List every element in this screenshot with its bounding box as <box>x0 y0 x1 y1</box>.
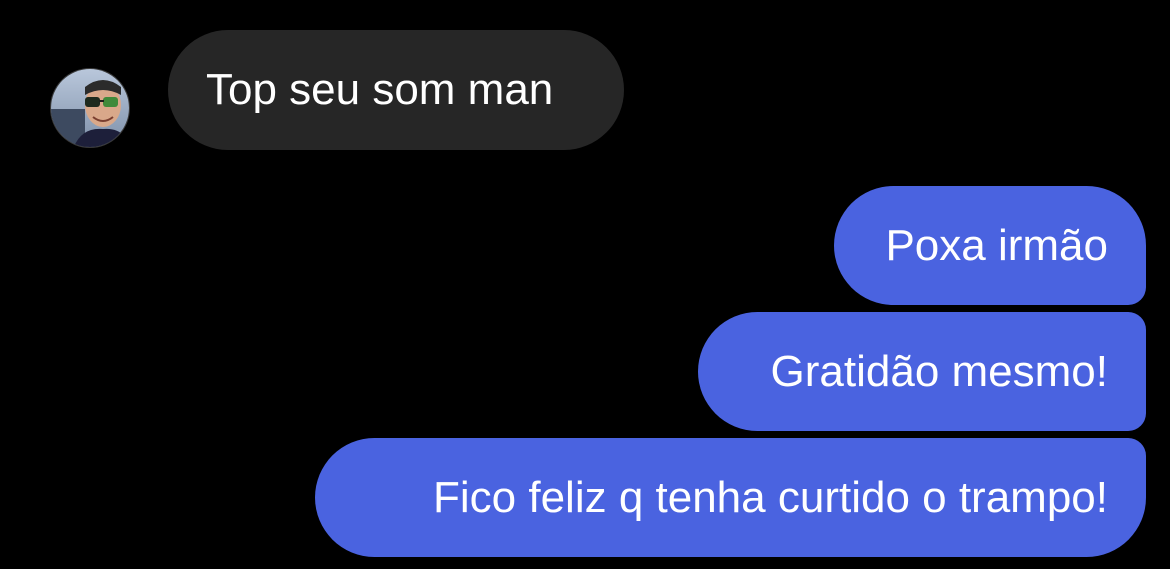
avatar-photo-icon <box>51 69 129 147</box>
outgoing-message-text: Poxa irmão <box>885 221 1108 270</box>
outgoing-message-text: Gratidão mesmo! <box>770 347 1108 396</box>
incoming-message-bubble[interactable]: Top seu som man <box>168 30 624 150</box>
outgoing-message-bubble[interactable]: Poxa irmão <box>834 186 1146 305</box>
incoming-message-text: Top seu som man <box>206 65 554 114</box>
outgoing-message-bubble[interactable]: Gratidão mesmo! <box>698 312 1146 431</box>
outgoing-message-text: Fico feliz q tenha curtido o trampo! <box>433 473 1108 522</box>
chat-thread: Top seu som man Poxa irmão Gratidão mesm… <box>0 0 1170 569</box>
contact-avatar[interactable] <box>50 68 130 148</box>
outgoing-message-bubble[interactable]: Fico feliz q tenha curtido o trampo! <box>315 438 1146 557</box>
